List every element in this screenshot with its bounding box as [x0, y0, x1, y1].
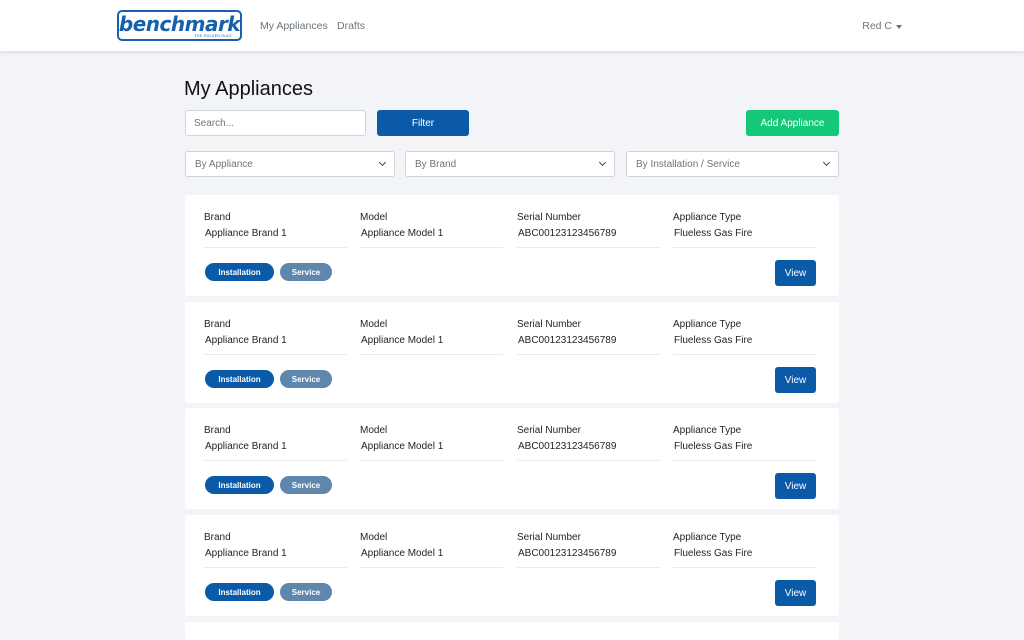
logo-text: benchmark: [118, 12, 241, 36]
view-button[interactable]: View: [775, 580, 816, 606]
serial-value: ABC00123123456789: [518, 335, 617, 346]
select-value: By Brand: [415, 158, 457, 170]
view-button[interactable]: View: [775, 473, 816, 499]
view-button[interactable]: View: [775, 260, 816, 286]
serial-field: Serial Number ABC00123123456789: [517, 302, 660, 355]
view-button[interactable]: View: [775, 367, 816, 393]
model-value: Appliance Model 1: [361, 548, 444, 559]
model-value: Appliance Model 1: [361, 335, 444, 346]
filter-by-brand-select[interactable]: By Brand: [405, 151, 615, 177]
appliance-card-partial: [185, 622, 839, 640]
add-appliance-button[interactable]: Add Appliance: [746, 110, 839, 136]
appliance-card: Brand Appliance Brand 1 Model Appliance …: [185, 195, 839, 296]
model-label: Model: [360, 425, 388, 436]
installation-badge[interactable]: Installation: [205, 263, 274, 281]
type-field: Appliance Type Flueless Gas Fire: [673, 515, 816, 568]
brand-value: Appliance Brand 1: [205, 228, 287, 239]
model-label: Model: [360, 319, 388, 330]
type-label: Appliance Type: [673, 532, 742, 543]
logo-tagline: THE GOLDEN RULE: [194, 34, 232, 38]
model-value: Appliance Model 1: [361, 441, 444, 452]
appliance-card: Brand Appliance Brand 1 Model Appliance …: [185, 408, 839, 509]
serial-label: Serial Number: [517, 532, 581, 543]
brand-label: Brand: [204, 319, 231, 330]
model-label: Model: [360, 532, 388, 543]
installation-badge[interactable]: Installation: [205, 476, 274, 494]
service-badge[interactable]: Service: [280, 583, 332, 601]
type-field: Appliance Type Flueless Gas Fire: [673, 302, 816, 355]
model-field: Model Appliance Model 1: [360, 408, 503, 461]
user-menu[interactable]: Red C: [862, 20, 902, 32]
nav-my-appliances[interactable]: My Appliances: [260, 20, 328, 32]
serial-value: ABC00123123456789: [518, 228, 617, 239]
type-value: Flueless Gas Fire: [674, 228, 753, 239]
brand-value: Appliance Brand 1: [205, 335, 287, 346]
appliance-card: Brand Appliance Brand 1 Model Appliance …: [185, 302, 839, 403]
chevron-down-icon: [598, 158, 607, 167]
model-field: Model Appliance Model 1: [360, 515, 503, 568]
serial-label: Serial Number: [517, 212, 581, 223]
brand-label: Brand: [204, 425, 231, 436]
nav-drafts[interactable]: Drafts: [337, 20, 365, 32]
serial-value: ABC00123123456789: [518, 441, 617, 452]
type-label: Appliance Type: [673, 212, 742, 223]
model-field: Model Appliance Model 1: [360, 302, 503, 355]
serial-value: ABC00123123456789: [518, 548, 617, 559]
installation-badge[interactable]: Installation: [205, 583, 274, 601]
serial-field: Serial Number ABC00123123456789: [517, 195, 660, 248]
chevron-down-icon: [378, 158, 387, 167]
type-field: Appliance Type Flueless Gas Fire: [673, 195, 816, 248]
caret-down-icon: [896, 24, 902, 29]
brand-value: Appliance Brand 1: [205, 441, 287, 452]
page-title: My Appliances: [184, 78, 313, 100]
serial-field: Serial Number ABC00123123456789: [517, 515, 660, 568]
brand-field: Brand Appliance Brand 1: [204, 408, 347, 461]
search-input[interactable]: [185, 110, 366, 136]
brand-field: Brand Appliance Brand 1: [204, 195, 347, 248]
installation-badge[interactable]: Installation: [205, 370, 274, 388]
brand-value: Appliance Brand 1: [205, 548, 287, 559]
service-badge[interactable]: Service: [280, 370, 332, 388]
model-value: Appliance Model 1: [361, 228, 444, 239]
type-label: Appliance Type: [673, 425, 742, 436]
select-value: By Appliance: [195, 158, 253, 170]
top-navbar: benchmark THE GOLDEN RULE My Appliances …: [0, 0, 1024, 51]
type-value: Flueless Gas Fire: [674, 335, 753, 346]
service-badge[interactable]: Service: [280, 476, 332, 494]
type-label: Appliance Type: [673, 319, 742, 330]
type-field: Appliance Type Flueless Gas Fire: [673, 408, 816, 461]
brand-field: Brand Appliance Brand 1: [204, 515, 347, 568]
serial-field: Serial Number ABC00123123456789: [517, 408, 660, 461]
chevron-down-icon: [822, 158, 831, 167]
filter-button[interactable]: Filter: [377, 110, 469, 136]
filter-by-installation-service-select[interactable]: By Installation / Service: [626, 151, 839, 177]
user-name: Red C: [862, 20, 892, 32]
brand-label: Brand: [204, 212, 231, 223]
model-label: Model: [360, 212, 388, 223]
service-badge[interactable]: Service: [280, 263, 332, 281]
type-value: Flueless Gas Fire: [674, 441, 753, 452]
type-value: Flueless Gas Fire: [674, 548, 753, 559]
model-field: Model Appliance Model 1: [360, 195, 503, 248]
appliance-card: Brand Appliance Brand 1 Model Appliance …: [185, 515, 839, 616]
brand-field: Brand Appliance Brand 1: [204, 302, 347, 355]
select-value: By Installation / Service: [636, 158, 740, 170]
serial-label: Serial Number: [517, 319, 581, 330]
benchmark-logo[interactable]: benchmark THE GOLDEN RULE: [117, 10, 242, 41]
serial-label: Serial Number: [517, 425, 581, 436]
brand-label: Brand: [204, 532, 231, 543]
filter-by-appliance-select[interactable]: By Appliance: [185, 151, 395, 177]
